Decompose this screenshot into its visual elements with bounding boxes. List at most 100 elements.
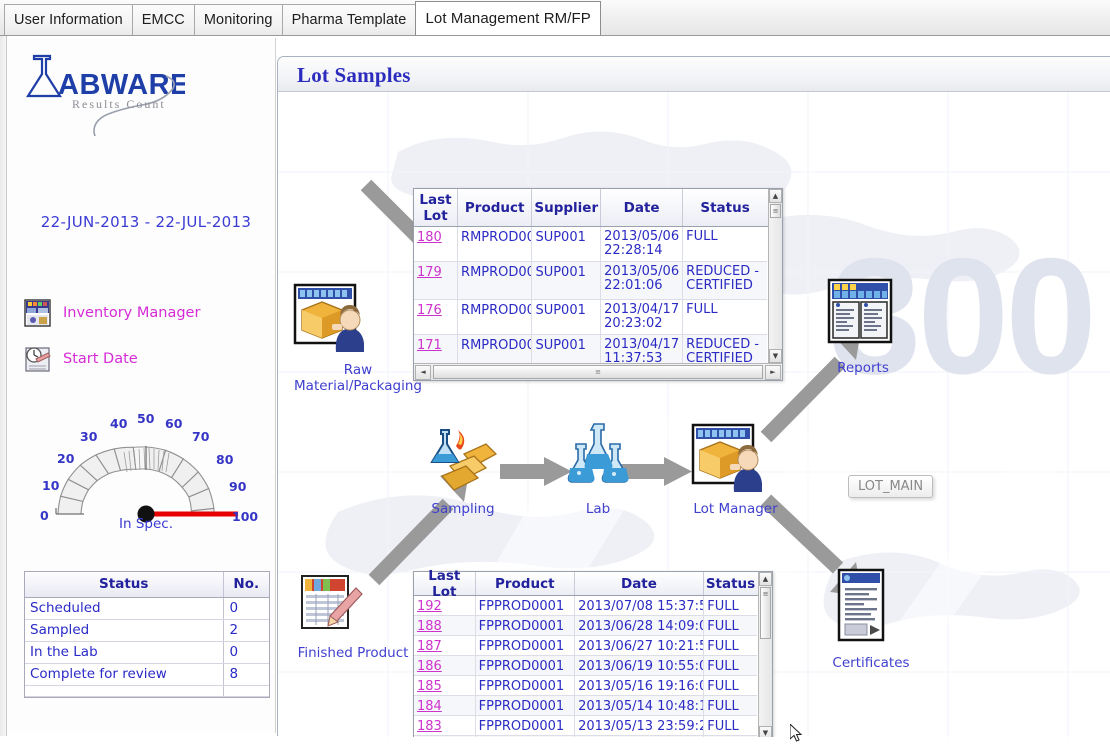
lot-link[interactable]: 171 [417,338,442,353]
flow-node-sampling[interactable] [428,424,498,499]
svg-text:60: 60 [165,416,183,431]
status-cell: FULL [686,302,718,317]
scroll-up-arrow[interactable]: ▲ [759,572,772,586]
scrollbar-thumb[interactable]: ≡ [433,365,763,379]
scroll-right-arrow[interactable]: ► [765,364,781,380]
sidebar-item-label: Start Date [63,351,138,367]
sidebar-item-inventory-manager[interactable]: Inventory Manager [22,296,200,330]
svg-text:90: 90 [229,479,247,494]
date-cell: 2013/06/19 10:55:09 [575,656,705,675]
column-header-product[interactable]: Product [476,572,575,595]
flow-node-raw-material[interactable] [292,282,365,359]
svg-text:10: 10 [42,478,60,493]
tab-label: EMCC [141,12,185,28]
flow-node-lab[interactable] [566,422,632,497]
lot-link[interactable]: 188 [417,619,442,634]
column-header-status[interactable]: Status [683,189,767,226]
sidebar-item-label: Inventory Manager [63,305,201,321]
horizontal-scrollbar[interactable]: ◄ ≡ ► [414,363,782,380]
filler-cell [222,685,269,697]
svg-text:80: 80 [216,452,234,467]
flow-node-reports[interactable] [826,277,894,354]
scroll-down-arrow[interactable]: ▼ [769,349,782,363]
date-cell: 2013/05/13 23:59:26 [575,716,705,735]
scrollbar-thumb[interactable]: ≡ [760,587,771,639]
table-row[interactable]: 179 RMPROD0001 SUP001 2013/05/06 22:01:0… [414,262,767,300]
table-row[interactable]: 182 FPPROD0001 2013/05/09 10:05:57 FULL [414,736,757,737]
tab-user-information[interactable]: User Information [4,4,133,35]
column-header-status[interactable]: Status [704,572,757,595]
date-cell: 2013/05/06 22:28:14 [601,227,684,261]
table-row[interactable]: 184 FPPROD0001 2013/05/14 10:48:15 FULL [414,696,757,716]
raw-material-lot-grid[interactable]: Last Lot Product Supplier Date Status 18… [413,188,783,381]
column-header-last-lot[interactable]: Last Lot [414,568,476,600]
column-header-date[interactable]: Date [601,189,684,226]
supplier-cell: SUP001 [532,262,602,299]
column-header-product[interactable]: Product [458,189,533,226]
product-cell: RMPROD0001 [458,300,533,334]
vertical-scrollbar[interactable]: ▲ ≡ ▼ [758,572,772,737]
lot-link[interactable]: 186 [417,659,442,674]
lot-link[interactable]: 183 [417,719,442,734]
product-cell: FPPROD0001 [476,676,576,695]
scroll-down-arrow[interactable]: ▼ [759,726,772,737]
grid-header-row: Last Lot Product Supplier Date Status [414,189,782,227]
table-row[interactable]: 187 FPPROD0001 2013/06/27 10:21:54 FULL [414,636,757,656]
date-cell: 2013/06/27 10:21:54 [575,636,705,655]
vertical-scrollbar[interactable]: ▲ ≡ ▼ [768,189,782,363]
arrow-sampling-to-lab [500,455,576,494]
finished-product-lot-grid[interactable]: Last Lot Product Date Status 192 FPPROD0… [413,568,773,737]
flow-label-lot-manager: Lot Manager [693,501,778,517]
table-row[interactable]: In the Lab 0 [25,641,269,664]
status-cell: FULL [707,599,739,614]
flow-label-line2: Material/Packaging [294,378,422,394]
lot-link[interactable]: 185 [417,679,442,694]
status-cell: FULL [707,619,739,634]
tab-label: Monitoring [203,12,273,28]
column-header-no[interactable]: No. [222,572,269,598]
table-row[interactable]: 183 FPPROD0001 2013/05/13 23:59:26 FULL [414,716,757,736]
lot-link[interactable]: 192 [417,599,442,614]
table-row[interactable]: 192 FPPROD0001 2013/07/08 15:37:53 FULL [414,596,757,616]
lot-main-badge[interactable]: LOT_MAIN [848,475,934,498]
table-row[interactable]: Complete for review 8 [25,663,269,686]
scrollbar-thumb[interactable]: ≡ [770,204,781,218]
column-header-last-lot[interactable]: Last Lot [414,189,458,226]
status-cell: FULL [707,699,739,714]
column-header-supplier[interactable]: Supplier [532,189,602,226]
lot-link[interactable]: 179 [417,265,442,280]
supplier-cell: SUP001 [532,300,602,334]
svg-text:40: 40 [110,416,128,431]
scroll-left-arrow[interactable]: ◄ [415,364,431,380]
flow-node-certificates[interactable] [836,567,886,650]
tab-pharma-template[interactable]: Pharma Template [281,4,417,35]
flow-node-lot-manager[interactable] [690,422,763,499]
sidebar-item-start-date[interactable]: Start Date [22,342,138,376]
lot-link[interactable]: 184 [417,699,442,714]
column-header-status[interactable]: Status [25,572,223,598]
table-filler-row [25,685,269,697]
table-row[interactable]: 186 FPPROD0001 2013/06/19 10:55:09 FULL [414,656,757,676]
table-row[interactable]: 188 FPPROD0001 2013/06/28 14:09:03 FULL [414,616,757,636]
table-row[interactable]: Scheduled 0 [25,597,269,620]
tab-emcc[interactable]: EMCC [131,4,195,35]
grid-header-row: Last Lot Product Date Status [414,568,772,600]
page-title: Lot Samples [297,63,411,87]
tab-bar-filler [600,34,1110,35]
table-row[interactable]: 176 RMPROD0001 SUP001 2013/04/17 20:23:0… [414,300,767,335]
scroll-up-arrow[interactable]: ▲ [769,189,782,203]
table-header-row: Status No. [25,572,269,598]
tab-lot-management-rm-fp[interactable]: Lot Management RM/FP [415,1,601,35]
lot-link[interactable]: 176 [417,303,442,318]
table-row[interactable]: 180 RMPROD0001 SUP001 2013/05/06 22:28:1… [414,227,767,262]
lot-link[interactable]: 187 [417,639,442,654]
flow-label-sampling: Sampling [431,501,495,517]
inventory-manager-icon [22,296,56,330]
flow-node-finished-product[interactable] [298,570,366,643]
date-cell: 2013/04/17 20:23:02 [601,300,684,334]
column-header-date[interactable]: Date [575,572,704,595]
table-row[interactable]: Sampled 2 [25,619,269,642]
tab-monitoring[interactable]: Monitoring [193,4,283,35]
table-row[interactable]: 185 FPPROD0001 2013/05/16 19:16:09 FULL [414,676,757,696]
lot-link[interactable]: 180 [417,230,442,245]
